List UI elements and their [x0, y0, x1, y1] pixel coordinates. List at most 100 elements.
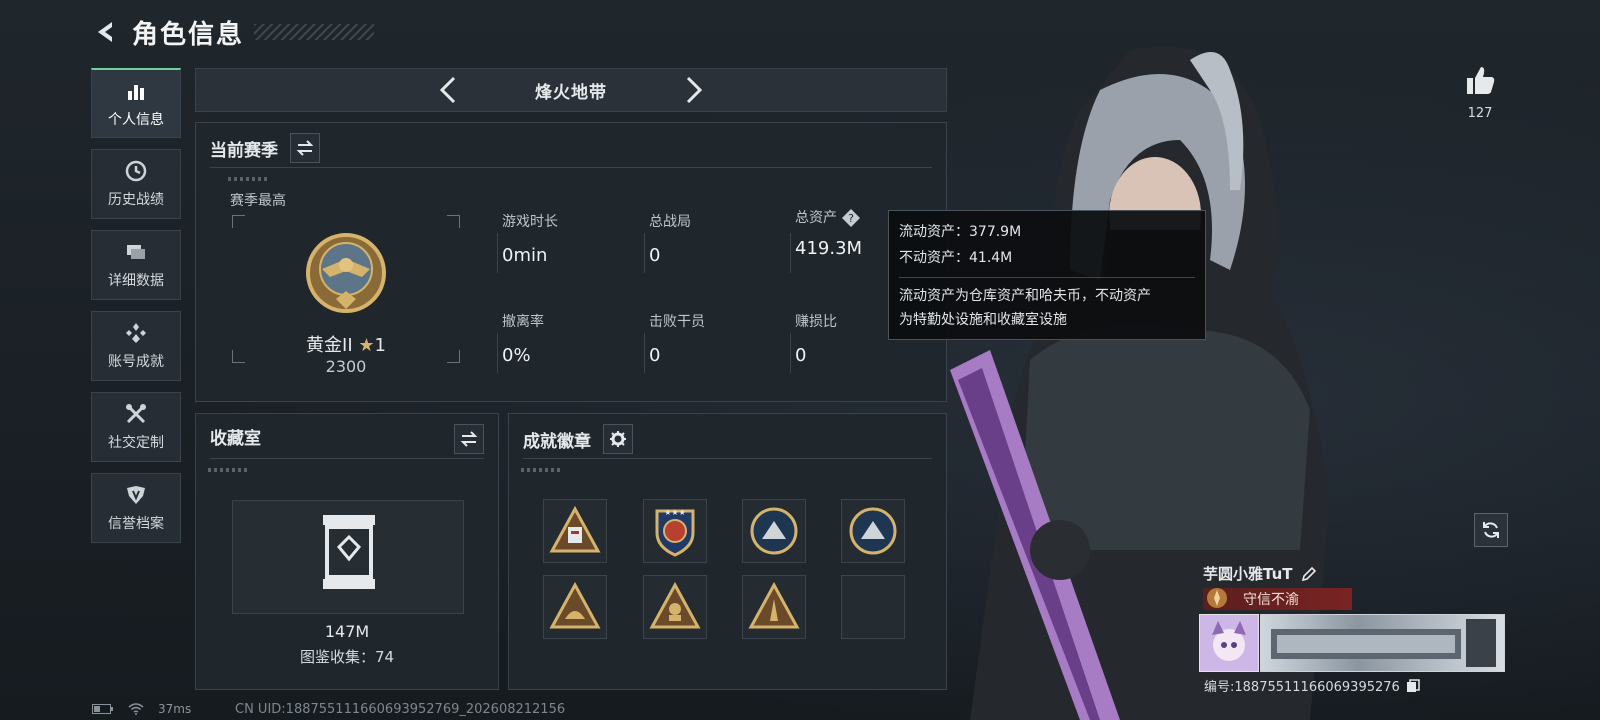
divider	[523, 458, 932, 459]
nav-label: 信誉档案	[108, 516, 164, 532]
badge-slot[interactable]	[643, 575, 707, 639]
stat-value: 419.3M	[795, 238, 863, 259]
nav-item-details[interactable]: 详细数据	[91, 230, 181, 300]
bar-chart-icon	[128, 84, 144, 100]
back-arrow-icon[interactable]	[92, 18, 120, 46]
stat-total-assets: 总资产? 419.3M	[795, 207, 862, 259]
tooltip-liquid-assets: 流动资产：377.9M	[899, 224, 1022, 240]
mode-title: 烽火地带	[535, 82, 607, 103]
badge-slot[interactable]	[543, 499, 607, 563]
rank-name: 黄金II ★1	[232, 331, 460, 357]
stat-profit-ratio: 赚损比 0	[795, 311, 837, 366]
chevron-left-icon[interactable]	[434, 75, 464, 105]
navy-round-badge-icon	[750, 507, 798, 555]
triangle-badge-icon	[549, 581, 601, 629]
stat-divider	[790, 233, 791, 273]
gear-icon	[610, 431, 626, 447]
tools-icon	[126, 404, 146, 424]
nav-label: 账号成就	[108, 354, 164, 370]
help-icon[interactable]: ?	[841, 208, 861, 228]
side-nav: 个人信息 历史战绩 详细数据 账号成就 社交定制 信誉档案	[91, 68, 183, 554]
divider	[210, 167, 932, 168]
collection-preview[interactable]	[232, 500, 464, 614]
nav-label: 详细数据	[108, 273, 164, 289]
stat-label: 总资产	[795, 210, 837, 226]
collection-count: 图鉴收集：74	[299, 648, 395, 666]
vault-icon	[323, 515, 375, 589]
achievement-icon	[126, 323, 146, 343]
player-id-row: 编号:18875511166069395276	[1204, 676, 1420, 695]
stat-value: 0	[795, 345, 807, 366]
stat-extract-rate: 撤离率 0%	[502, 311, 544, 366]
stat-divider	[790, 333, 791, 373]
shield-icon	[127, 486, 145, 504]
refresh-button[interactable]	[1474, 513, 1508, 547]
player-name-row: 芋圆小雅TuT	[1203, 563, 1317, 584]
badges-header: 成就徽章	[523, 424, 633, 454]
badge-slot[interactable]	[841, 499, 905, 563]
thumbs-up-icon[interactable]	[1463, 64, 1497, 98]
nav-item-social[interactable]: 社交定制	[91, 392, 181, 462]
rank-score: 2300	[325, 357, 367, 376]
avatar[interactable]	[1199, 614, 1259, 672]
nav-label: 社交定制	[108, 435, 164, 451]
star-shield-badge-icon: ★★★	[655, 508, 695, 557]
triangle-badge-icon	[549, 505, 601, 553]
chevron-right-icon[interactable]	[678, 75, 708, 105]
stat-total-matches: 总战局 0	[649, 211, 691, 266]
triangle-badge-icon	[748, 581, 800, 629]
swap-icon	[460, 431, 478, 447]
stat-value: 0	[649, 245, 661, 266]
badge-slot[interactable]	[543, 575, 607, 639]
season-switch-button[interactable]	[290, 133, 320, 163]
like-count: 127	[1467, 106, 1493, 121]
svg-text:?: ?	[848, 212, 854, 225]
player-title-tag[interactable]: 守信不渝	[1203, 588, 1352, 610]
copy-icon[interactable]	[1406, 678, 1420, 693]
ping-value: 37ms	[158, 702, 192, 716]
uid-footer: CN UID:18875511166069395276​9_2026082121…	[235, 702, 566, 717]
nav-item-personal-info[interactable]: 个人信息	[91, 68, 181, 138]
tooltip-divider	[899, 277, 1195, 278]
season-title: 当前赛季	[210, 140, 278, 161]
stat-label: 赚损比	[795, 314, 837, 330]
mode-switcher: 烽火地带	[195, 68, 947, 112]
tick-decoration	[228, 177, 268, 181]
player-banner[interactable]	[1260, 614, 1505, 672]
header: 角色信息	[92, 14, 375, 50]
page-title: 角色信息	[132, 19, 245, 50]
stat-value: 0	[649, 345, 661, 366]
collection-header: 收藏室	[210, 424, 261, 449]
badge-slot[interactable]	[742, 499, 806, 563]
collection-title: 收藏室	[210, 429, 261, 449]
stat-playtime: 游戏时长 0min	[502, 211, 558, 266]
battery-icon	[92, 704, 113, 714]
badges-settings-button[interactable]	[603, 424, 633, 454]
badge-slot[interactable]: ★★★	[643, 499, 707, 563]
stat-label: 击败干员	[649, 314, 705, 330]
season-best-label: 赛季最高	[230, 193, 286, 209]
title-decoration	[254, 24, 375, 40]
tick-decoration	[208, 468, 248, 472]
badge-slot[interactable]	[742, 575, 806, 639]
edit-icon[interactable]	[1301, 566, 1317, 582]
stat-value: 0min	[502, 245, 548, 266]
nav-item-achievements[interactable]: 账号成就	[91, 311, 181, 381]
collection-switch-button[interactable]	[454, 424, 484, 454]
like-area: 127	[1450, 64, 1510, 121]
badge-slot-empty[interactable]	[841, 575, 905, 639]
stat-divider	[497, 333, 498, 373]
assets-tooltip: 流动资产：377.9M 不动资产：41.4M 流动资产为仓库资产和哈夫币，不动资…	[888, 210, 1206, 340]
gold-rank-medal-icon	[306, 233, 386, 313]
nav-item-credit[interactable]: 信誉档案	[91, 473, 181, 543]
wifi-icon	[128, 703, 144, 715]
swap-icon	[296, 140, 314, 156]
banner-image	[1271, 619, 1496, 667]
tooltip-description-line2: 为特勤处设施和收藏室设施	[899, 312, 1067, 328]
triangle-badge-icon	[649, 581, 701, 629]
season-panel: 当前赛季 赛季最高 黄金II ★1 2300 游戏时长 0min 总战局 0 总	[195, 122, 947, 402]
refresh-icon	[1483, 522, 1499, 538]
nav-item-history[interactable]: 历史战绩	[91, 149, 181, 219]
status-bar: 37ms	[92, 702, 191, 716]
stat-label: 撤离率	[502, 314, 544, 330]
